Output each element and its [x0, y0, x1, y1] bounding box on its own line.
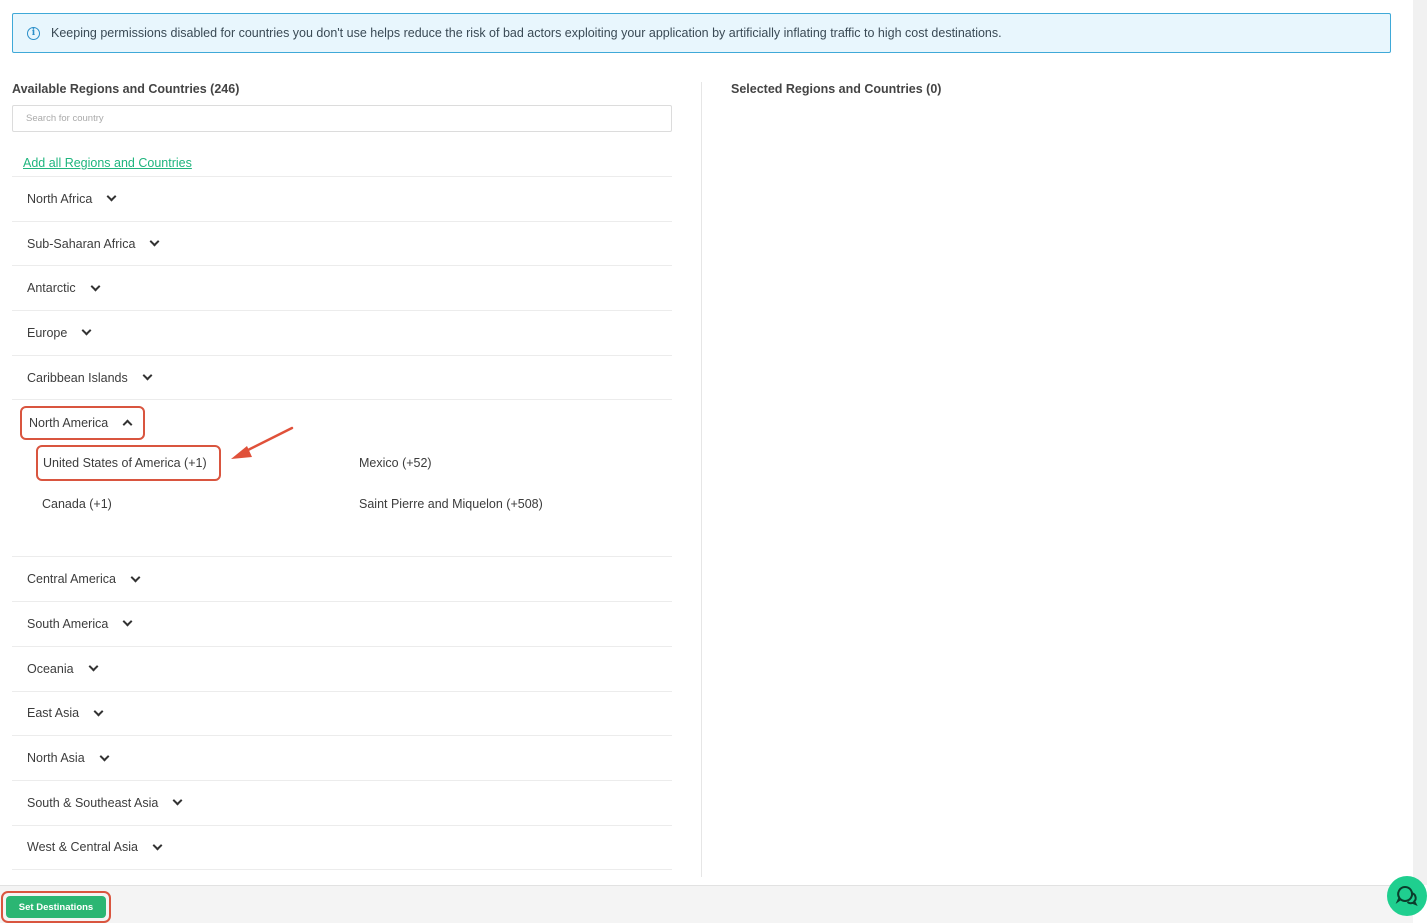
region-label: North Asia	[27, 751, 85, 766]
chevron-down-icon[interactable]	[130, 572, 141, 583]
chat-bubble-icon	[1395, 885, 1418, 907]
annotation-arrow-icon	[231, 426, 294, 459]
region-row-south-america[interactable]: South America	[12, 602, 672, 647]
region-label: Europe	[27, 325, 68, 340]
chevron-down-icon[interactable]	[81, 325, 92, 336]
region-label: Antarctic	[27, 281, 76, 296]
region-label: West & Central Asia	[27, 840, 138, 855]
region-label: Oceania	[27, 661, 74, 676]
selected-regions-title: Selected Regions and Countries (0)	[731, 82, 942, 96]
region-label: East Asia	[27, 706, 80, 721]
region-row-central-america[interactable]: Central America	[12, 557, 672, 603]
chevron-down-icon[interactable]	[149, 236, 160, 247]
region-row-europe[interactable]: Europe	[12, 311, 672, 356]
chat-support-button[interactable]	[1387, 876, 1427, 916]
region-row-caribbean-islands[interactable]: Caribbean Islands	[12, 356, 672, 401]
region-label: North America	[29, 416, 109, 431]
footer-bar	[0, 885, 1413, 923]
available-regions-title: Available Regions and Countries (246)	[12, 82, 240, 96]
set-destinations-highlight: Set Destinations	[1, 891, 111, 923]
page-scrollbar[interactable]	[1413, 0, 1427, 885]
chevron-down-icon[interactable]	[142, 370, 153, 381]
region-label: Central America	[27, 572, 116, 587]
country-label: Mexico (+52)	[359, 456, 432, 471]
region-row-south-southeast-asia[interactable]: South & Southeast Asia	[12, 781, 672, 826]
region-label: Sub-Saharan Africa	[27, 236, 136, 251]
chevron-down-icon[interactable]	[122, 617, 133, 627]
set-destinations-button[interactable]: Set Destinations	[6, 896, 106, 918]
available-regions-panel: Available Regions and Countries (246) Ad…	[12, 82, 672, 871]
info-banner: i Keeping permissions disabled for count…	[12, 13, 1391, 53]
region-row-north-asia[interactable]: North Asia	[12, 736, 672, 781]
country-label: Canada (+1)	[42, 497, 112, 512]
region-row-antarctic[interactable]: Antarctic	[12, 266, 672, 312]
region-row-east-asia[interactable]: East Asia	[12, 692, 672, 737]
info-icon: i	[27, 26, 40, 40]
chevron-down-icon[interactable]	[90, 281, 101, 292]
info-banner-text: Keeping permissions disabled for countri…	[51, 26, 1002, 40]
region-label: North Africa	[27, 191, 93, 206]
region-header-north-america[interactable]: North America	[20, 406, 146, 441]
country-label: United States of America (+1)	[43, 456, 207, 471]
region-row-west-central-asia[interactable]: West & Central Asia	[12, 826, 672, 871]
chevron-down-icon[interactable]	[172, 795, 183, 806]
region-row-oceania[interactable]: Oceania	[12, 647, 672, 692]
country-item-saint-pierre-miquelon[interactable]: Saint Pierre and Miquelon (+508)	[359, 494, 543, 514]
region-row-sub-saharan-africa[interactable]: Sub-Saharan Africa	[12, 222, 672, 267]
country-label: Saint Pierre and Miquelon (+508)	[359, 497, 543, 512]
region-row-north-africa[interactable]: North Africa	[12, 177, 672, 222]
chevron-down-icon[interactable]	[93, 706, 104, 717]
region-label: South & Southeast Asia	[27, 795, 159, 810]
chevron-down-icon[interactable]	[106, 191, 117, 202]
chevron-up-icon[interactable]	[122, 419, 133, 430]
add-all-regions-link[interactable]: Add all Regions and Countries	[23, 156, 672, 175]
country-item-mexico[interactable]: Mexico (+52)	[359, 453, 432, 473]
region-expanded-north-america: North America United States of America (…	[12, 400, 672, 558]
region-label: South America	[27, 616, 109, 631]
chevron-down-icon[interactable]	[99, 751, 110, 761]
region-list: North Africa Sub-Saharan Africa Antarcti…	[12, 176, 672, 871]
column-divider	[701, 82, 702, 877]
region-label: Caribbean Islands	[27, 370, 128, 385]
country-item-canada[interactable]: Canada (+1)	[42, 494, 112, 514]
chevron-down-icon[interactable]	[152, 840, 163, 851]
chevron-down-icon[interactable]	[88, 661, 99, 672]
country-search-input[interactable]	[12, 105, 672, 132]
country-item-usa[interactable]: United States of America (+1)	[36, 445, 221, 482]
